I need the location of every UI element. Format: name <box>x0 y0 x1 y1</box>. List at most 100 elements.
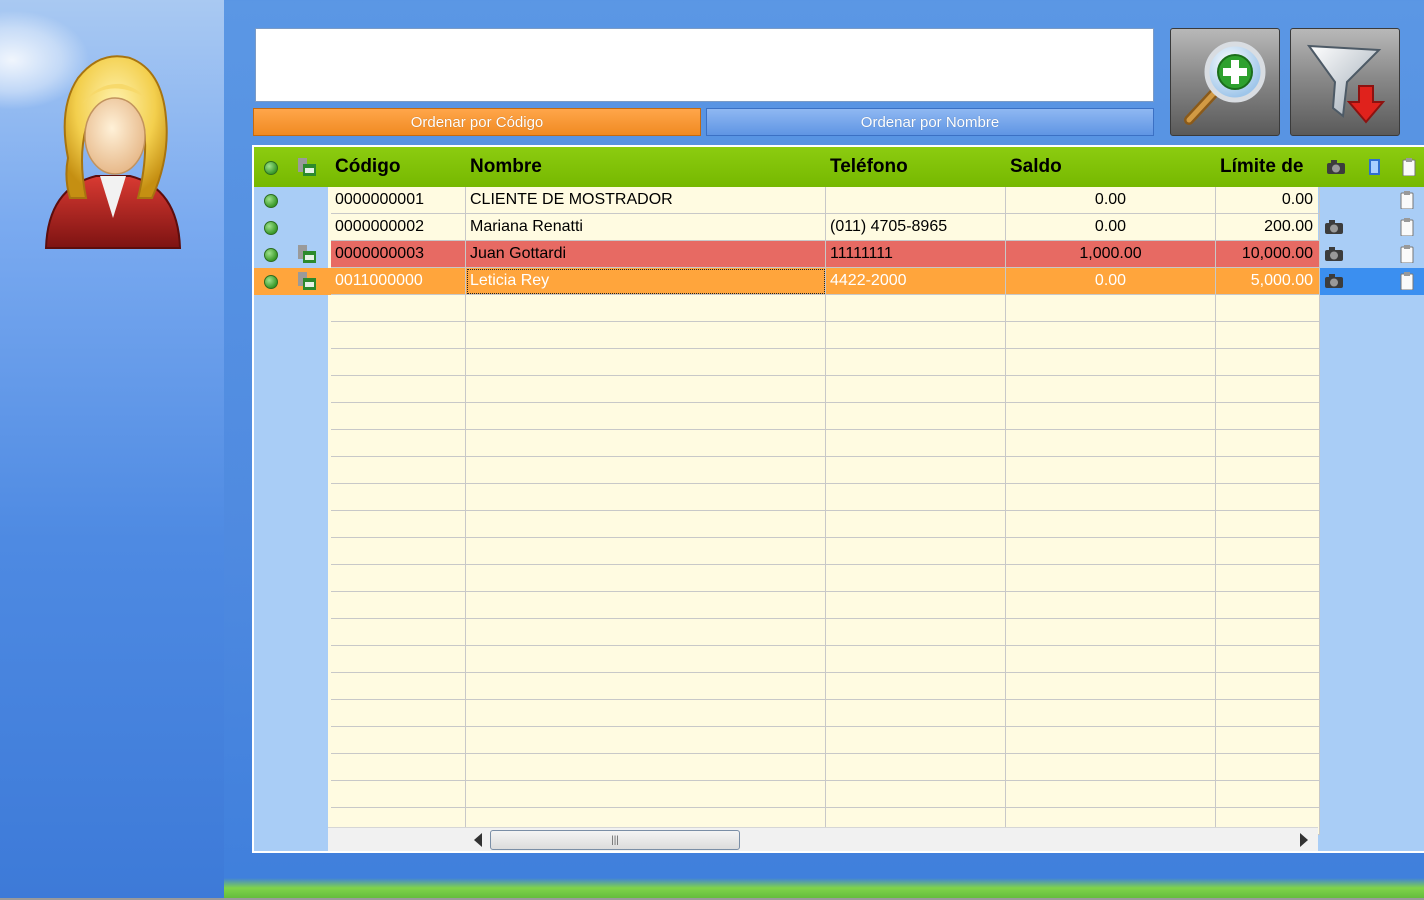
cell-telefono[interactable]: (011) 4705-8965 <box>826 214 1006 241</box>
cell-limite[interactable] <box>1216 538 1320 565</box>
cell-codigo[interactable] <box>331 727 466 754</box>
cell-codigo[interactable] <box>331 295 466 322</box>
cell-saldo[interactable] <box>1006 565 1216 592</box>
cell-codigo[interactable] <box>331 430 466 457</box>
cell-limite[interactable] <box>1216 592 1320 619</box>
cell-telefono[interactable] <box>826 646 1006 673</box>
cell-nombre[interactable] <box>466 403 826 430</box>
table-row[interactable]: 0011000000 Leticia Rey 4422-2000 0.00 5,000.… <box>254 268 1320 295</box>
camera-icon[interactable] <box>1324 273 1344 289</box>
column-header-telefono[interactable]: Teléfono <box>826 147 1006 187</box>
camera-icon[interactable] <box>1324 246 1344 262</box>
cell-telefono[interactable] <box>826 295 1006 322</box>
cell-telefono[interactable] <box>826 322 1006 349</box>
cell-codigo[interactable] <box>331 565 466 592</box>
cell-saldo[interactable] <box>1006 781 1216 808</box>
table-row[interactable] <box>254 322 1320 349</box>
cell-nombre[interactable] <box>466 673 826 700</box>
cell-codigo[interactable] <box>331 511 466 538</box>
cell-nombre[interactable] <box>466 781 826 808</box>
cell-saldo[interactable] <box>1006 376 1216 403</box>
cell-codigo[interactable] <box>331 646 466 673</box>
column-header-nombre[interactable]: Nombre <box>466 147 826 187</box>
search-input[interactable] <box>256 29 1153 101</box>
sort-by-name-button[interactable]: Ordenar por Nombre <box>706 108 1154 136</box>
scroll-left-arrow-icon[interactable] <box>474 833 482 847</box>
cell-limite[interactable]: 10,000.00 <box>1216 241 1320 268</box>
cell-limite[interactable] <box>1216 781 1320 808</box>
account-card-icon[interactable] <box>298 245 316 263</box>
table-row[interactable] <box>254 484 1320 511</box>
cell-limite[interactable] <box>1216 754 1320 781</box>
table-row[interactable] <box>254 646 1320 673</box>
camera-icon[interactable] <box>1324 219 1344 235</box>
filter-button[interactable] <box>1290 28 1400 136</box>
cell-codigo[interactable] <box>331 781 466 808</box>
table-row[interactable] <box>254 727 1320 754</box>
cell-saldo[interactable] <box>1006 322 1216 349</box>
search-box[interactable] <box>255 28 1154 102</box>
cell-telefono[interactable] <box>826 187 1006 214</box>
cell-saldo[interactable]: 0.00 <box>1006 187 1216 214</box>
cell-saldo[interactable] <box>1006 727 1216 754</box>
column-header-saldo[interactable]: Saldo <box>1006 147 1216 187</box>
cell-codigo[interactable] <box>331 619 466 646</box>
cell-codigo[interactable] <box>331 754 466 781</box>
cell-saldo[interactable] <box>1006 619 1216 646</box>
table-row[interactable] <box>254 565 1320 592</box>
table-row[interactable] <box>254 619 1320 646</box>
table-row[interactable]: 0000000001 CLIENTE DE MOSTRADOR 0.00 0.00 <box>254 187 1320 214</box>
table-row[interactable] <box>254 349 1320 376</box>
cell-saldo[interactable] <box>1006 700 1216 727</box>
cell-codigo[interactable]: 0000000002 <box>331 214 466 241</box>
cell-telefono[interactable] <box>826 727 1006 754</box>
cell-limite[interactable]: 0.00 <box>1216 187 1320 214</box>
cell-limite[interactable] <box>1216 565 1320 592</box>
cell-telefono[interactable] <box>826 619 1006 646</box>
cell-saldo[interactable] <box>1006 349 1216 376</box>
cell-saldo[interactable]: 0.00 <box>1006 268 1216 295</box>
cell-limite[interactable]: 200.00 <box>1216 214 1320 241</box>
scrollbar-thumb[interactable]: ||| <box>490 830 740 850</box>
cell-saldo[interactable] <box>1006 592 1216 619</box>
column-header-limite[interactable]: Límite de <box>1216 147 1320 187</box>
cell-codigo[interactable] <box>331 376 466 403</box>
cell-telefono[interactable] <box>826 592 1006 619</box>
cell-telefono[interactable]: 4422-2000 <box>826 268 1006 295</box>
cell-nombre[interactable] <box>466 457 826 484</box>
cell-limite[interactable] <box>1216 322 1320 349</box>
cell-saldo[interactable] <box>1006 511 1216 538</box>
table-row[interactable] <box>254 754 1320 781</box>
table-row[interactable] <box>254 457 1320 484</box>
table-row[interactable] <box>254 511 1320 538</box>
cell-telefono[interactable] <box>826 457 1006 484</box>
cell-nombre[interactable] <box>466 511 826 538</box>
cell-nombre[interactable] <box>466 430 826 457</box>
cell-nombre[interactable] <box>466 619 826 646</box>
cell-telefono[interactable] <box>826 754 1006 781</box>
cell-limite[interactable] <box>1216 646 1320 673</box>
cell-codigo[interactable] <box>331 592 466 619</box>
cell-telefono[interactable] <box>826 700 1006 727</box>
cell-saldo[interactable] <box>1006 754 1216 781</box>
cell-telefono[interactable] <box>826 511 1006 538</box>
cell-codigo[interactable] <box>331 403 466 430</box>
clipboard-icon[interactable] <box>1400 218 1414 236</box>
cell-codigo[interactable]: 0011000000 <box>331 268 466 295</box>
cell-codigo[interactable] <box>331 484 466 511</box>
cell-telefono[interactable] <box>826 538 1006 565</box>
cell-codigo[interactable] <box>331 457 466 484</box>
cell-limite[interactable] <box>1216 376 1320 403</box>
horizontal-scrollbar[interactable]: ||| <box>328 827 1318 851</box>
cell-saldo[interactable]: 0.00 <box>1006 214 1216 241</box>
clipboard-icon[interactable] <box>1400 272 1414 290</box>
account-card-icon[interactable] <box>298 272 316 290</box>
cell-saldo[interactable] <box>1006 538 1216 565</box>
cell-limite[interactable] <box>1216 457 1320 484</box>
cell-limite[interactable] <box>1216 700 1320 727</box>
table-row[interactable] <box>254 403 1320 430</box>
cell-telefono[interactable] <box>826 376 1006 403</box>
cell-saldo[interactable] <box>1006 403 1216 430</box>
cell-codigo[interactable]: 0000000003 <box>331 241 466 268</box>
table-row[interactable]: 0000000003 Juan Gottardi 11111111 1,000.00 1… <box>254 241 1320 268</box>
